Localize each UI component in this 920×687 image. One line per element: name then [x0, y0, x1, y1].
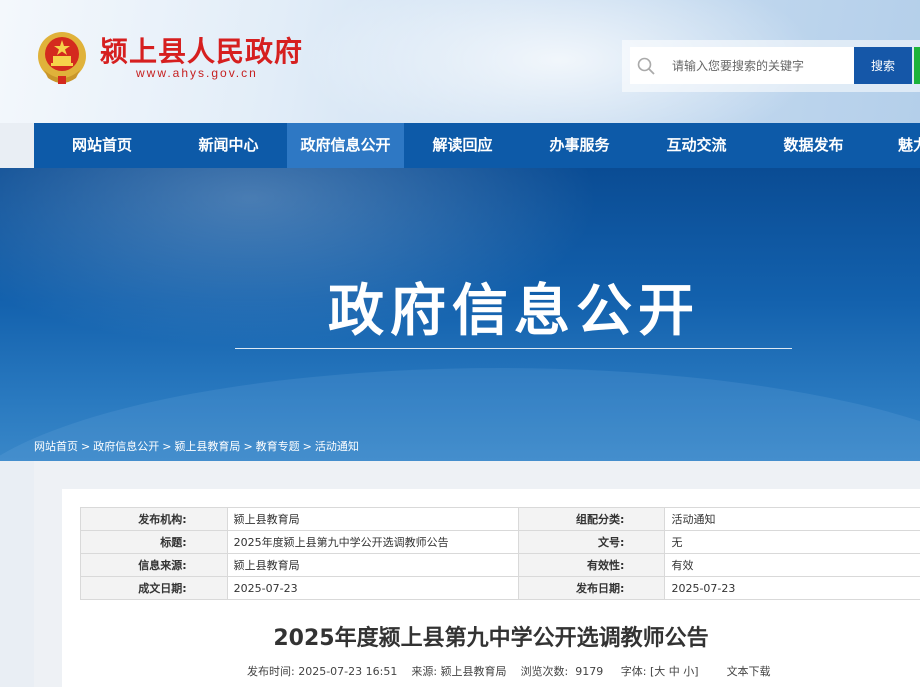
search-icon: [637, 57, 655, 75]
banner-title: 政府信息公开: [328, 279, 700, 344]
document-info-bar: 发布时间: 2025-07-23 16:51 来源: 颍上县教育局 浏览次数: …: [247, 663, 771, 679]
meta-value: 有效: [664, 553, 920, 577]
meta-key: 有效性:: [517, 553, 666, 577]
breadcrumb-education-topics[interactable]: 教育专题: [256, 440, 300, 453]
meta-key: 组配分类:: [517, 507, 666, 531]
table-row: 标题: 2025年度颍上县第九中学公开选调教师公告 文号: 无: [80, 530, 920, 554]
table-row: 信息来源: 颍上县教育局 有效性: 有效: [80, 553, 920, 577]
text-download-link[interactable]: 文本下载: [727, 665, 771, 678]
breadcrumb-activity-notice[interactable]: 活动通知: [315, 440, 359, 453]
source-value: 颍上县教育局: [440, 665, 507, 678]
font-medium-button[interactable]: 中: [669, 665, 680, 678]
meta-value: 颍上县教育局: [226, 507, 519, 531]
meta-value: 颍上县教育局: [226, 553, 519, 577]
nav-item-interpretation[interactable]: 解读回应: [404, 123, 521, 168]
meta-key: 成文日期:: [80, 576, 228, 600]
document-meta-table: 发布机构: 颍上县教育局 组配分类: 活动通知 标题: 2025年度颍上县第九中…: [80, 507, 920, 600]
table-row: 发布机构: 颍上县教育局 组配分类: 活动通知: [80, 507, 920, 531]
font-small-button[interactable]: 小: [683, 665, 694, 678]
search-side-accent: [914, 47, 920, 84]
nav-item-interaction[interactable]: 互动交流: [638, 123, 755, 168]
search-input[interactable]: [666, 47, 856, 84]
nav-item-home[interactable]: 网站首页: [34, 123, 170, 168]
breadcrumb-education-bureau[interactable]: 颍上县教育局: [174, 440, 240, 453]
meta-value: 无: [664, 530, 920, 554]
nav-item-data[interactable]: 数据发布: [755, 123, 872, 168]
document-title: 2025年度颍上县第九中学公开选调教师公告: [273, 626, 709, 651]
section-banner: 政府信息公开: [0, 168, 920, 461]
breadcrumb-gov-info[interactable]: 政府信息公开: [93, 440, 159, 453]
font-large-button[interactable]: 大: [654, 665, 665, 678]
national-emblem-icon: [38, 32, 86, 84]
views-count: 9179: [575, 665, 604, 678]
search-button[interactable]: 搜索: [854, 47, 912, 84]
meta-key: 发布机构:: [80, 507, 228, 531]
meta-key: 标题:: [80, 530, 228, 554]
nav-item-news[interactable]: 新闻中心: [170, 123, 287, 168]
nav-item-charm[interactable]: 魅力: [898, 123, 920, 168]
site-header: 颍上县人民政府 www.ahys.gov.cn 搜索: [0, 0, 920, 123]
breadcrumb: 网站首页 > 政府信息公开 > 颍上县教育局 > 教育专题 > 活动通知: [34, 440, 359, 453]
nav-item-gov-info[interactable]: 政府信息公开: [287, 123, 404, 168]
meta-key: 文号:: [517, 530, 666, 554]
meta-key: 信息来源:: [80, 553, 228, 577]
font-bracket-close: ]: [694, 665, 699, 678]
font-size-label: 字体:: [620, 665, 647, 678]
publish-time-label: 发布时间:: [247, 665, 295, 678]
main-nav: 网站首页 新闻中心 政府信息公开 解读回应 办事服务 互动交流 数据发布 魅力: [34, 123, 920, 168]
meta-value: 活动通知: [664, 507, 920, 531]
meta-value: 2025年度颍上县第九中学公开选调教师公告: [226, 530, 519, 554]
meta-value: 2025-07-23: [226, 576, 519, 600]
table-row: 成文日期: 2025-07-23 发布日期: 2025-07-23: [80, 576, 920, 600]
source-label: 来源:: [411, 665, 438, 678]
nav-item-services[interactable]: 办事服务: [521, 123, 638, 168]
site-url: www.ahys.gov.cn: [136, 66, 258, 80]
breadcrumb-home[interactable]: 网站首页: [34, 440, 78, 453]
views-label: 浏览次数:: [520, 665, 569, 678]
meta-value: 2025-07-23: [664, 576, 920, 600]
site-title[interactable]: 颍上县人民政府: [100, 30, 303, 70]
publish-time: 2025-07-23 16:51: [298, 665, 398, 678]
banner-divider: [235, 348, 792, 349]
meta-key: 发布日期:: [517, 576, 666, 600]
